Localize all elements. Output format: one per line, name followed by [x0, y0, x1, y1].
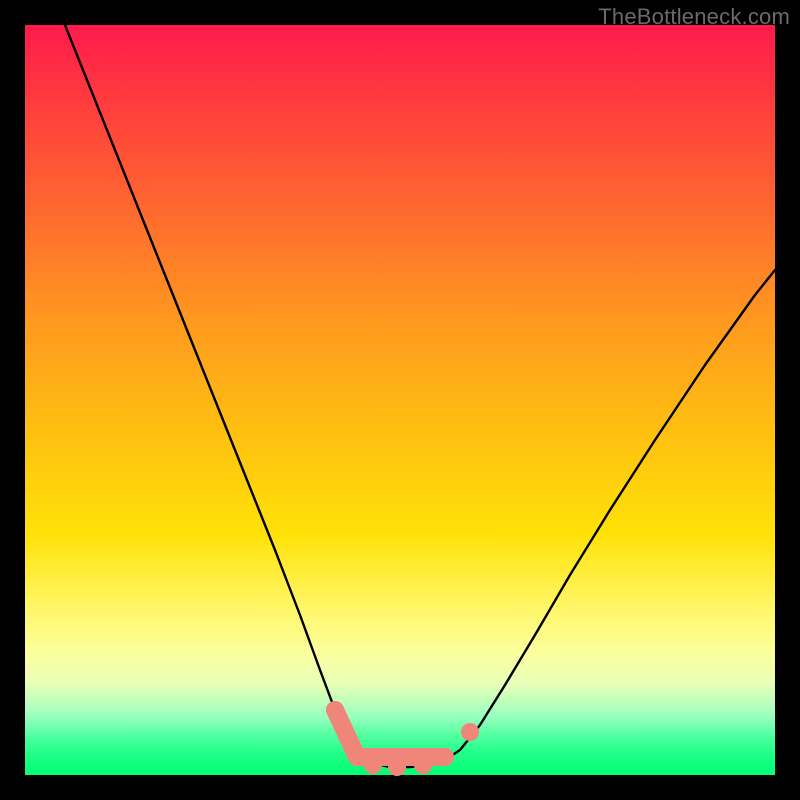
marker-right-cap-bottom — [436, 748, 454, 766]
bottleneck-curve — [65, 25, 775, 767]
marker-flat-c — [414, 756, 432, 774]
marker-flat-b — [388, 758, 406, 776]
marker-right-dot — [461, 723, 479, 741]
marker-left-cap-bottom — [348, 748, 366, 766]
plot-area — [25, 25, 775, 775]
marker-flat-a — [364, 756, 382, 774]
curve-layer — [25, 25, 775, 775]
marker-left-cap-top — [326, 701, 344, 719]
chart-frame: TheBottleneck.com — [0, 0, 800, 800]
